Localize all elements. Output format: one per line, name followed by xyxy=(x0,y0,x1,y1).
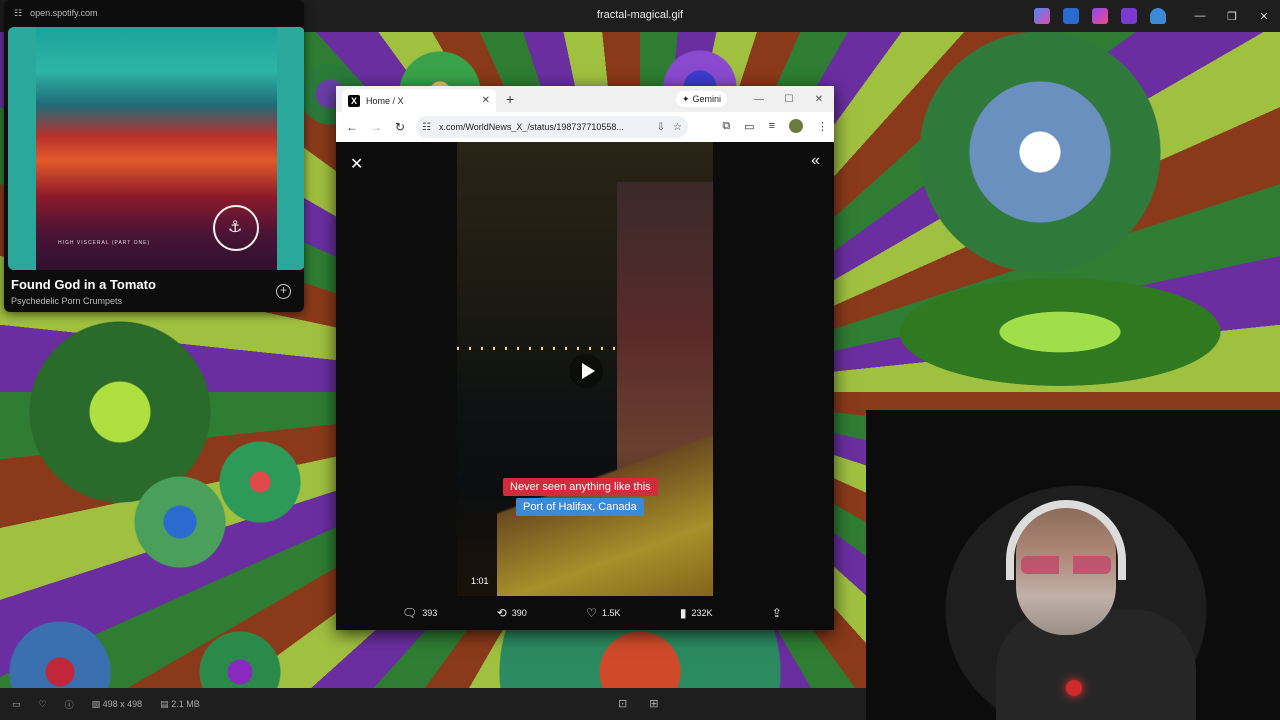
album-art-border-right xyxy=(277,27,304,270)
restore-icon[interactable]: ❐ xyxy=(1216,0,1248,32)
fit-to-window-icon[interactable]: ⊡ xyxy=(618,697,627,710)
album-art: HIGH VISCERAL (PART ONE) xyxy=(8,27,304,270)
statusbar-center: ⊡ ⊞ xyxy=(618,697,658,710)
play-icon[interactable] xyxy=(569,354,603,388)
back-icon[interactable]: ← xyxy=(340,120,364,134)
designer-icon[interactable] xyxy=(1092,8,1108,24)
clipchamp-icon[interactable] xyxy=(1121,8,1137,24)
file-info-icon[interactable]: ⓘ xyxy=(65,698,74,711)
chrome-minimize-icon[interactable]: — xyxy=(744,86,774,112)
album-art-text: HIGH VISCERAL (PART ONE) xyxy=(58,240,151,246)
extensions-icon[interactable]: ⧉ xyxy=(722,120,730,133)
nav-buttons: ← → ↻ xyxy=(336,120,412,134)
statusbar-left: ▭ ♡ ⓘ ▧ 498 x 498 ▤ 2.1 MB xyxy=(12,698,200,711)
chrome-tabstrip: X Home / X ✕ + ✦ Gemini — ☐ ✕ xyxy=(336,86,834,112)
disk-icon: ▤ xyxy=(160,699,172,709)
image-dimensions-text: 498 x 498 xyxy=(102,699,143,709)
chrome-window: X Home / X ✕ + ✦ Gemini — ☐ ✕ ← → ↻ ☷ x.… xyxy=(336,86,834,630)
image-dimensions: ▧ 498 x 498 xyxy=(92,699,143,710)
chrome-close-icon[interactable]: ✕ xyxy=(804,86,834,112)
copilot-icon[interactable] xyxy=(1034,8,1050,24)
minimize-icon[interactable]: — xyxy=(1184,0,1216,32)
spotify-urlbar: ☷ open.spotify.com xyxy=(4,0,304,26)
x-logo-icon: X xyxy=(348,94,360,107)
media-controls-icon[interactable]: ≡ xyxy=(769,120,775,132)
close-icon[interactable]: ✕ xyxy=(1248,0,1280,32)
tab-close-icon[interactable]: ✕ xyxy=(482,95,490,106)
share-icon: ⇪ xyxy=(771,606,782,620)
like-count: 1.5K xyxy=(601,608,621,618)
views-button[interactable]: ▮ 232K xyxy=(680,606,713,620)
reload-icon[interactable]: ↻ xyxy=(388,120,412,134)
collapse-panel-icon[interactable]: « xyxy=(811,152,820,170)
album-art-border-left xyxy=(8,27,36,270)
chrome-toolbar: ← → ↻ ☷ x.com/WorldNews_X_/status/198737… xyxy=(336,112,834,142)
file-size-text: 2.1 MB xyxy=(171,699,200,709)
person-body xyxy=(996,610,1196,720)
spotify-miniplayer: ☷ open.spotify.com HIGH VISCERAL (PART O… xyxy=(4,0,304,312)
add-to-library-icon[interactable]: + xyxy=(276,284,291,299)
webcam-feed xyxy=(866,410,1280,720)
address-bar[interactable]: ☷ x.com/WorldNews_X_/status/198737710558… xyxy=(416,116,688,138)
reply-button[interactable]: 🗨 393 xyxy=(402,606,437,620)
profile-avatar[interactable] xyxy=(789,119,803,133)
track-artist[interactable]: Psychedelic Porn Crumpets xyxy=(11,296,122,306)
install-app-icon[interactable]: ⇩ xyxy=(657,122,665,133)
bar-chart-icon: ▮ xyxy=(679,606,687,620)
tab-title: Home / X xyxy=(366,95,404,106)
reply-count: 393 xyxy=(422,608,438,618)
address-url[interactable]: x.com/WorldNews_X_/status/198737710558..… xyxy=(439,122,649,132)
filmstrip-icon[interactable]: ▭ xyxy=(12,699,21,710)
onedrive-icon[interactable] xyxy=(1150,8,1166,24)
file-size: ▤ 2.1 MB xyxy=(160,699,200,710)
like-button[interactable]: ♡ 1.5K xyxy=(586,606,620,620)
cast-icon[interactable]: ▭ xyxy=(744,120,754,133)
gemini-button[interactable]: ✦ Gemini xyxy=(676,91,728,107)
forward-icon[interactable]: → xyxy=(364,120,388,134)
track-title[interactable]: Found God in a Tomato xyxy=(11,277,156,292)
viewer-window-controls: — ❐ ✕ xyxy=(1184,0,1280,32)
glasses xyxy=(1021,556,1111,574)
band-logo-seal xyxy=(213,205,259,251)
viewer-statusbar: ▭ ♡ ⓘ ▧ 498 x 498 ▤ 2.1 MB ⊡ ⊞ xyxy=(0,688,866,720)
video-player[interactable]: Never seen anything like this Port of Ha… xyxy=(457,142,713,596)
post-actions: 🗨 393 ⟲ 390 ♡ 1.5K ▮ 232K ⇪ xyxy=(402,606,782,620)
video-caption-1: Never seen anything like this xyxy=(503,478,658,496)
gemini-label: Gemini xyxy=(692,94,722,104)
heart-icon: ♡ xyxy=(586,606,597,620)
x-media-viewer: ✕ « Never seen anything like this Port o… xyxy=(336,142,834,630)
view-count: 232K xyxy=(691,608,713,618)
repost-icon: ⟲ xyxy=(496,606,507,620)
spotify-url: open.spotify.com xyxy=(30,8,98,18)
image-size-icon: ▧ xyxy=(91,699,103,709)
site-info-icon[interactable]: ☷ xyxy=(422,122,431,133)
chrome-window-controls: — ☐ ✕ xyxy=(744,86,834,112)
share-button[interactable]: ⇪ xyxy=(772,606,782,620)
bookmark-star-icon[interactable]: ☆ xyxy=(673,122,682,133)
repost-count: 390 xyxy=(511,608,527,618)
repost-button[interactable]: ⟲ 390 xyxy=(497,606,527,620)
close-media-icon[interactable]: ✕ xyxy=(350,154,363,174)
site-settings-icon[interactable]: ☷ xyxy=(14,8,22,19)
taskbar-app-icons xyxy=(1034,8,1166,24)
reply-icon: 🗨 xyxy=(402,606,418,620)
gemini-sparkle-icon: ✦ xyxy=(682,93,690,104)
chrome-maximize-icon[interactable]: ☐ xyxy=(774,86,804,112)
video-timestamp: 1:01 xyxy=(471,576,489,586)
shore-lights xyxy=(457,347,617,350)
paint-icon[interactable] xyxy=(1063,8,1079,24)
menu-icon[interactable]: ⋮ xyxy=(817,120,828,133)
tab-home-x[interactable]: X Home / X ✕ xyxy=(342,89,496,112)
favorite-heart-icon[interactable]: ♡ xyxy=(39,699,47,710)
new-tab-icon[interactable]: + xyxy=(506,91,514,107)
actual-size-icon[interactable]: ⊞ xyxy=(649,697,658,710)
microphone-light xyxy=(1066,680,1082,696)
toolbar-right: ⧉ ▭ ≡ ⋮ xyxy=(722,119,828,133)
video-caption-2: Port of Halifax, Canada xyxy=(516,498,644,516)
